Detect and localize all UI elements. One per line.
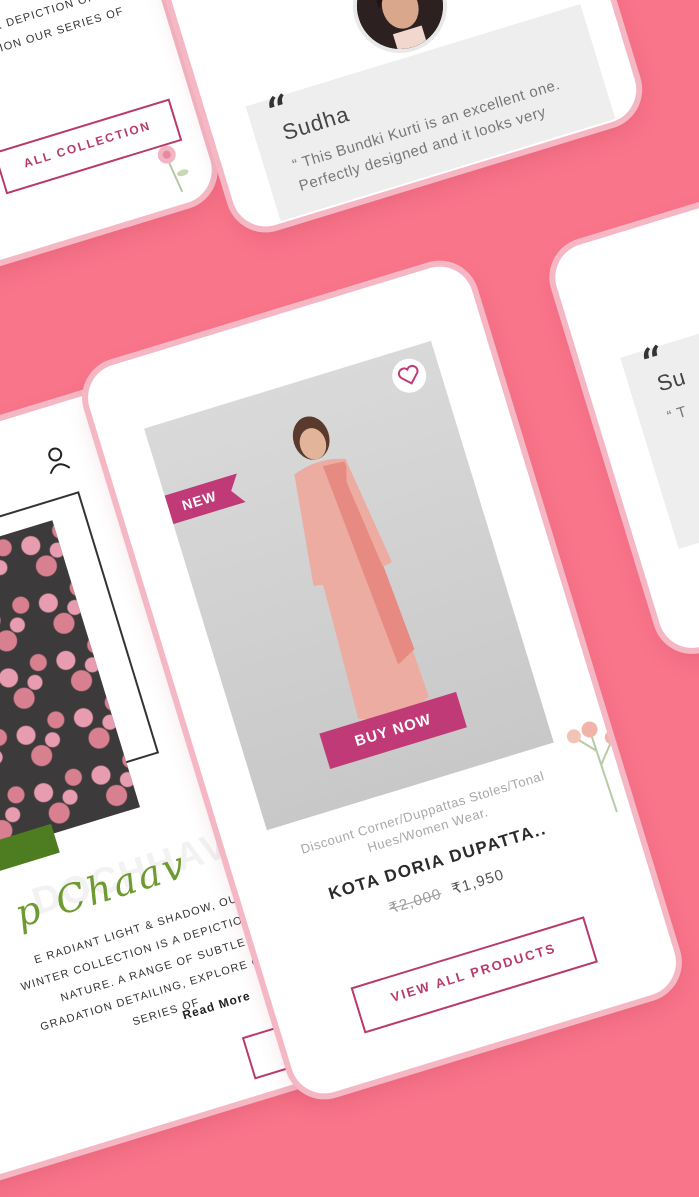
user-icon[interactable] [41, 443, 72, 475]
sale-price: ₹1,950 [449, 866, 507, 899]
flower-decoration-icon [566, 721, 619, 813]
old-price: ₹2,000 [386, 885, 444, 918]
review-text: “ This Bundki Kurti is an excellent one.… [290, 76, 563, 195]
collection-description: DOW, OUR DEPICTION OF TLE GRADATION OUR … [0, 0, 126, 70]
heart-icon [397, 365, 419, 385]
marketing-stage: av DOW, OUR DEPICTION OF TLE GRADATION O… [0, 0, 699, 1197]
new-badge: NEW [165, 473, 246, 524]
product-card-image[interactable]: NEW BUY NOW [144, 340, 554, 831]
review-card-right: “ Su “ T [620, 270, 699, 550]
review-phone-right: “ Su “ T [546, 143, 699, 657]
view-all-products-button[interactable]: VIEW ALL PRODUCTS [350, 916, 598, 1034]
wishlist-button[interactable] [388, 354, 431, 397]
review-phone-top: “ Sudha “ This Bundki Kurti is an excell… [155, 0, 645, 235]
flower-decoration-icon [157, 145, 189, 193]
